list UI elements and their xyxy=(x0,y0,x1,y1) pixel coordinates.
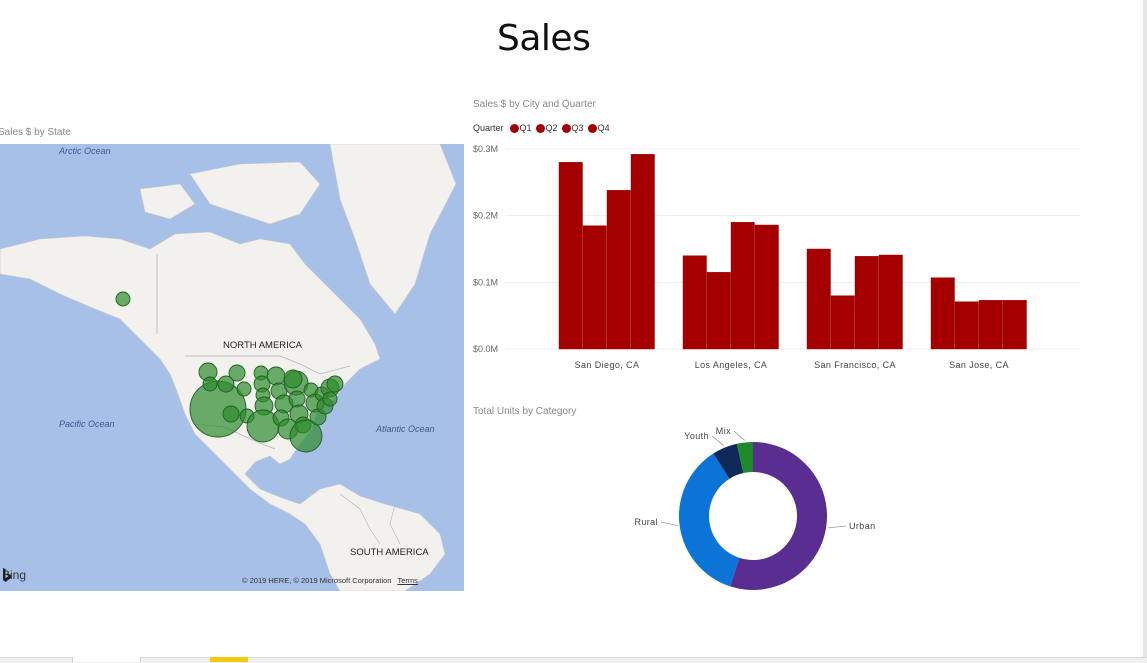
atlantic-ocean-label: Atlantic Ocean xyxy=(376,424,435,434)
donut-leader-line xyxy=(711,435,725,447)
y-tick-label: $0.3M xyxy=(473,144,498,154)
bar-q4[interactable] xyxy=(754,224,779,350)
map-copyright: © 2019 HERE, © 2019 Microsoft Corporatio… xyxy=(242,576,418,585)
arctic-ocean-label: Arctic Ocean xyxy=(59,146,111,156)
legend-q4-label[interactable]: Q4 xyxy=(598,123,610,133)
bar-chart-title: Sales $ by City and Quarter xyxy=(473,99,596,110)
state-bubble[interactable] xyxy=(322,391,338,407)
donut-label-youth: Youth xyxy=(684,431,709,441)
report-canvas: Sales Sales $ by State Arctic Ocean Paci… xyxy=(0,0,1147,663)
legend-title: Quarter xyxy=(473,123,504,133)
donut-label-mix: Mix xyxy=(716,426,731,436)
bar-q4[interactable] xyxy=(878,254,903,350)
north-america-label: NORTH AMERICA xyxy=(223,340,303,351)
page-title: Sales xyxy=(497,18,591,59)
x-category-label: Los Angeles, CA xyxy=(695,360,768,370)
bar-q3[interactable] xyxy=(978,300,1003,350)
page-tab-add[interactable] xyxy=(210,657,248,662)
copyright-text: © 2019 HERE, © 2019 Microsoft Corporatio… xyxy=(242,576,392,585)
x-category-label: San Jose, CA xyxy=(949,360,1009,370)
donut-label-urban: Urban xyxy=(849,521,876,531)
x-category-label: San Francisco, CA xyxy=(814,360,896,370)
donut-slice-mix[interactable] xyxy=(736,442,753,474)
donut-slice-urban[interactable] xyxy=(730,442,828,590)
bar-q1[interactable] xyxy=(930,277,955,350)
legend-q3-label[interactable]: Q3 xyxy=(572,123,584,133)
state-bubble[interactable] xyxy=(115,291,131,307)
canvas-edge xyxy=(1143,0,1147,662)
state-bubble[interactable] xyxy=(288,390,306,408)
bar-q1[interactable] xyxy=(806,248,831,350)
x-category-label: San Diego, CA xyxy=(575,360,640,370)
legend-q2-swatch xyxy=(535,123,545,133)
donut-leader-line xyxy=(733,430,745,441)
legend-q3-swatch xyxy=(561,123,571,133)
bar-q1[interactable] xyxy=(682,255,707,350)
y-tick-label: $0.2M xyxy=(473,211,498,221)
bar-q2[interactable] xyxy=(954,301,979,350)
state-bubble[interactable] xyxy=(202,376,218,392)
bar-q4[interactable] xyxy=(1002,300,1027,350)
donut-leader-line xyxy=(828,525,847,529)
terms-link[interactable]: Terms xyxy=(397,576,417,585)
legend-q1-swatch xyxy=(509,123,519,133)
donut-slice-youth[interactable] xyxy=(713,443,744,479)
bar-chart-legend: Quarter Q1 Q2 Q3 Q4 xyxy=(473,123,610,133)
page-tabs-bar xyxy=(0,657,1147,663)
donut-label-rural: Rural xyxy=(634,517,658,527)
bing-icon xyxy=(3,568,11,582)
state-bubble[interactable] xyxy=(222,405,240,423)
south-america-label: SOUTH AMERICA xyxy=(350,547,429,558)
state-bubble[interactable] xyxy=(283,369,303,389)
bar-q4[interactable] xyxy=(630,154,655,350)
bar-q3[interactable] xyxy=(730,222,755,350)
donut-chart-title: Total Units by Category xyxy=(473,406,577,417)
map-visual[interactable]: Arctic Ocean Pacific Ocean Atlantic Ocea… xyxy=(0,144,464,591)
bar-q3[interactable] xyxy=(854,256,879,350)
pacific-ocean-label: Pacific Ocean xyxy=(59,419,115,429)
bar-q2[interactable] xyxy=(830,295,855,350)
bar-q2[interactable] xyxy=(582,225,607,350)
bar-q2[interactable] xyxy=(706,272,731,350)
bar-q3[interactable] xyxy=(606,190,631,350)
donut-leader-line xyxy=(660,521,678,526)
y-tick-label: $0.1M xyxy=(473,277,498,287)
page-tab-active[interactable] xyxy=(72,657,141,662)
state-bubble[interactable] xyxy=(266,366,286,386)
bing-logo: Bing xyxy=(2,568,26,582)
state-bubble[interactable] xyxy=(236,381,252,397)
state-bubble[interactable] xyxy=(228,364,246,382)
map-title: Sales $ by State xyxy=(0,127,71,138)
legend-q2-label[interactable]: Q2 xyxy=(546,123,558,133)
y-tick-label: $0.0M xyxy=(473,344,498,354)
state-bubble[interactable] xyxy=(326,375,344,393)
legend-q4-swatch xyxy=(587,123,597,133)
donut-slice-rural[interactable] xyxy=(679,453,740,587)
legend-q1-label[interactable]: Q1 xyxy=(520,123,532,133)
bubble-layer[interactable] xyxy=(0,144,464,591)
bar-q1[interactable] xyxy=(558,162,583,350)
